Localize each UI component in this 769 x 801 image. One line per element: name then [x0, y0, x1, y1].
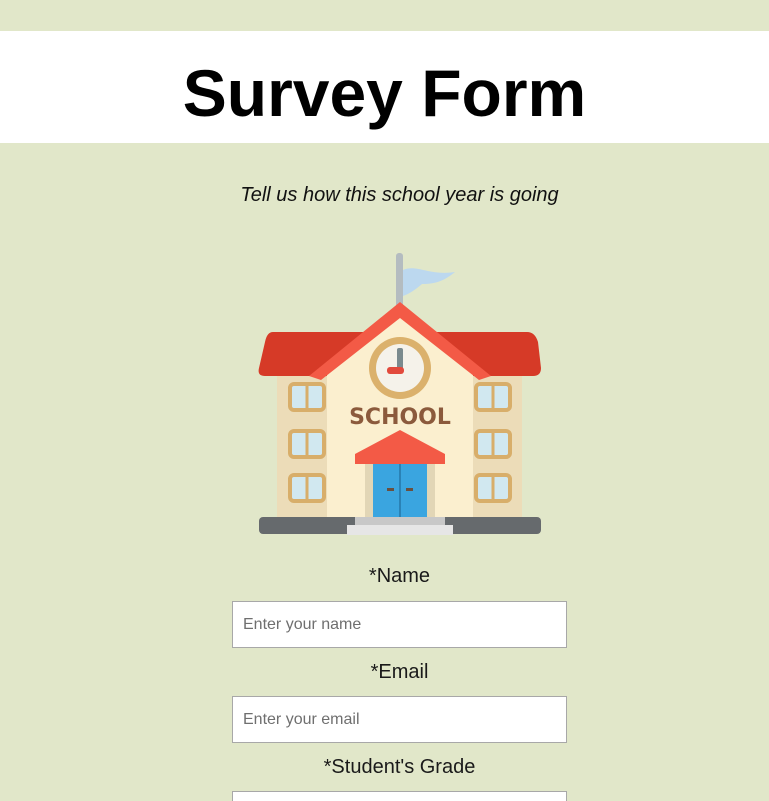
name-label: *Name: [368, 565, 431, 587]
email-label: *Email: [370, 661, 429, 683]
door-handle-right: [406, 488, 413, 491]
school-building-icon: SCHOOL: [258, 253, 541, 535]
clock-hand-red: [387, 367, 404, 374]
name-input[interactable]: [232, 601, 567, 648]
grade-label: *Student's Grade: [323, 756, 476, 778]
grade-input[interactable]: [232, 791, 567, 801]
step-upper: [355, 517, 445, 525]
page-title: Survey Form: [182, 56, 587, 130]
page-description: Tell us how this school year is going: [240, 184, 559, 206]
flag: [403, 268, 455, 296]
step-lower: [347, 525, 453, 535]
email-input[interactable]: [232, 696, 567, 743]
school-sign: SCHOOL: [349, 405, 451, 430]
door-handle-left: [387, 488, 394, 491]
clock-hand: [397, 348, 403, 370]
